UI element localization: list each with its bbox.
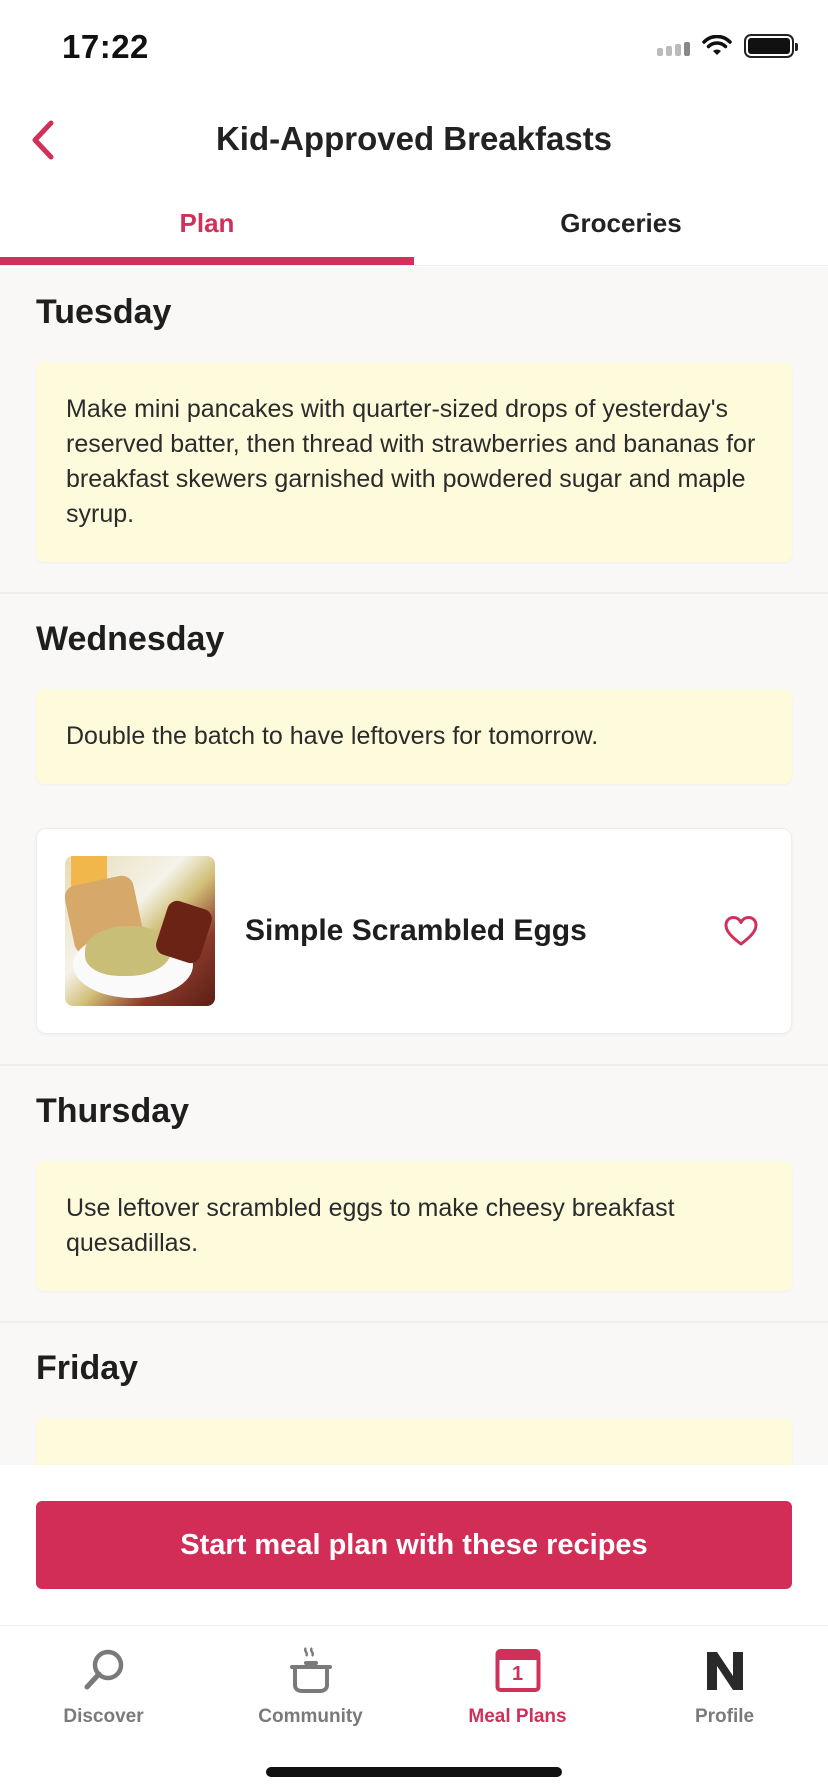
day-title: Wednesday [36,620,225,658]
status-time: 17:22 [62,28,149,65]
cta-area: Start meal plan with these recipes [0,1465,828,1625]
nav-label: Profile [694,1706,755,1727]
nav-item-profile[interactable]: Profile [621,1626,828,1792]
day-note: Make mini pancakes with quarter-sized dr… [36,362,792,562]
day-note: Use leftover scrambled eggs to make chee… [36,1161,792,1291]
calendar-day-number: 1 [511,1662,524,1685]
day-title: Thursday [36,1092,190,1130]
day-note: Double the batch to have leftovers for t… [36,689,792,784]
wifi-icon [702,35,732,55]
status-bar: 17:22 [0,0,828,100]
calendar-icon: 1 [492,1644,544,1696]
start-meal-plan-button[interactable]: Start meal plan with these recipes [36,1501,792,1589]
day-section-friday: Friday [0,1323,828,1465]
pot-icon [285,1644,337,1696]
tab-groceries[interactable]: Groceries [414,190,828,265]
recipe-thumbnail [65,856,215,1006]
favorite-button[interactable] [719,909,763,953]
recipe-name: Simple Scrambled Eggs [245,914,587,947]
day-note [36,1418,792,1465]
n-logo-icon [699,1644,751,1696]
day-section-wednesday: Wednesday Double the batch to have lefto… [0,594,828,1066]
day-section-thursday: Thursday Use leftover scrambled eggs to … [0,1066,828,1323]
heart-outline-icon [724,916,758,946]
day-title: Friday [36,1349,139,1387]
meal-plan-content[interactable]: Tuesday Make mini pancakes with quarter-… [0,267,828,1465]
cellular-signal-icon [657,36,690,56]
battery-icon [744,34,798,58]
day-title: Tuesday [36,293,172,331]
home-indicator [266,1767,562,1777]
search-icon [78,1644,130,1696]
tab-plan[interactable]: Plan [0,190,414,265]
nav-label: Meal Plans [468,1706,567,1727]
page-title: Kid-Approved Breakfasts [215,120,613,157]
recipe-card[interactable]: Simple Scrambled Eggs [36,828,792,1034]
nav-label: Discover [63,1706,144,1727]
nav-item-discover[interactable]: Discover [0,1626,207,1792]
tab-bar: Plan Groceries [0,190,828,266]
day-section-tuesday: Tuesday Make mini pancakes with quarter-… [0,267,828,594]
nav-label: Community [258,1706,363,1727]
status-icons [657,34,798,58]
header: Kid-Approved Breakfasts [0,100,828,180]
